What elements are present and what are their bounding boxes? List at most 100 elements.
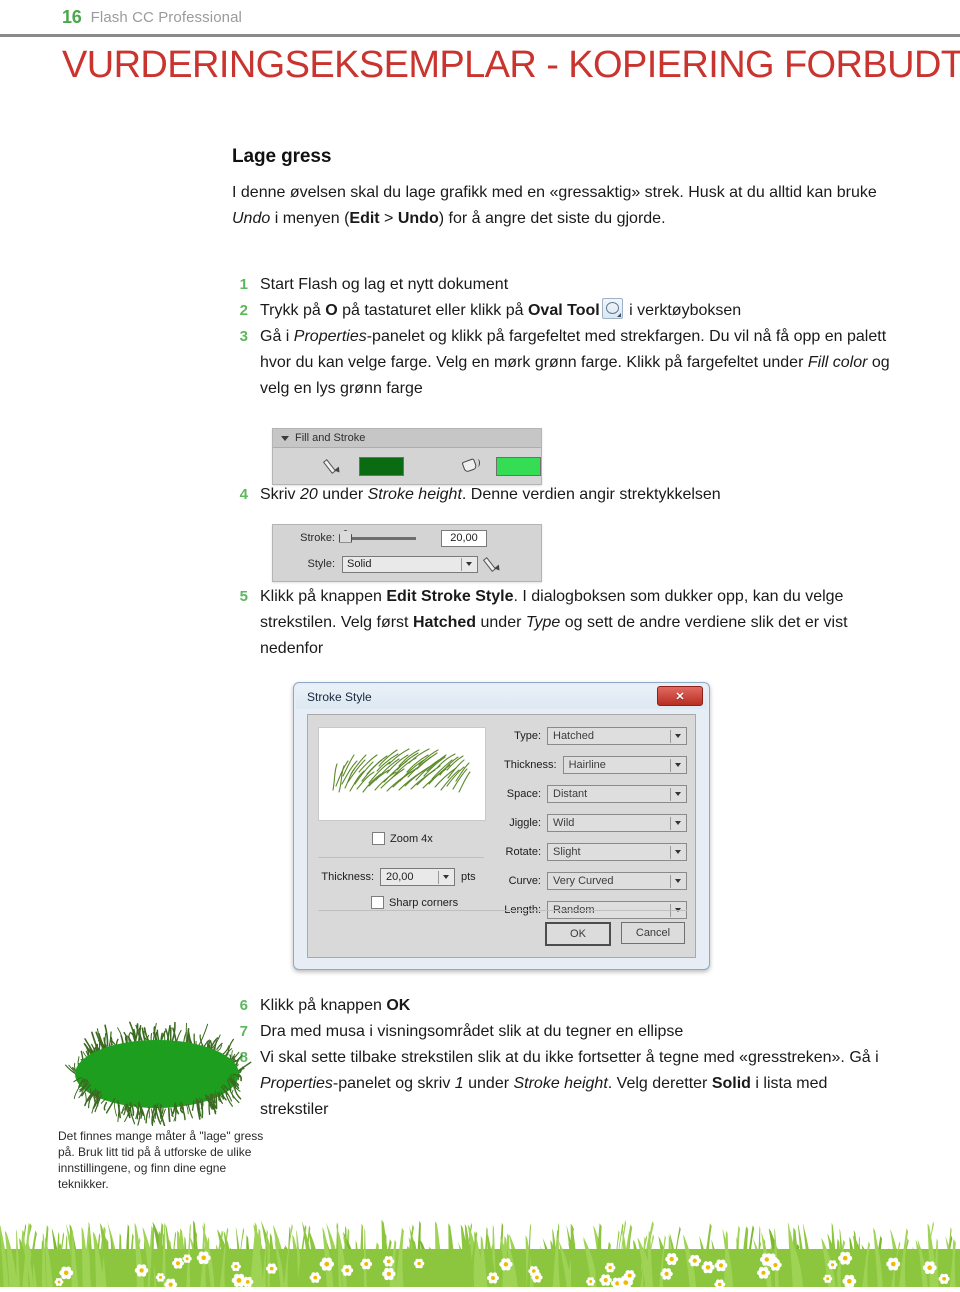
space-select[interactable]: Distant [547,785,687,803]
step4-value-italic: 20 [300,486,318,503]
caret-glyph [674,850,681,854]
fill-and-stroke-titlebar[interactable]: Fill and Stroke [273,429,541,448]
grass-preview-illustration [332,748,471,793]
grass-ellipse-svg [65,1021,252,1130]
book-title: Flash CC Professional [90,8,242,26]
step8-part-b: -panelet og skriv [332,1075,455,1092]
chevron-down-icon[interactable] [670,787,684,801]
edit-stroke-style-button[interactable] [485,555,503,573]
intro-edit-bold: Edit [349,210,380,227]
caret-glyph [674,821,681,825]
step2-part-a: Trykk på [260,302,326,319]
caret-glyph [442,875,449,879]
caret-glyph [674,734,681,738]
thickness-row: Thickness: 20,00 pts [318,868,496,886]
chevron-down-icon[interactable] [438,870,452,884]
close-icon[interactable]: ✕ [657,686,703,706]
stroke-height-input[interactable]: 20,00 [441,529,487,547]
grass-ellipse-illustration [55,1018,260,1130]
cancel-button[interactable]: Cancel [621,922,685,944]
chevron-down-icon[interactable] [670,845,684,859]
step8-part-a: Vi skal sette tilbake strekstilen slik a… [260,1049,879,1066]
jiggle-select[interactable]: Wild [547,814,687,832]
step4-part-c: . Denne verdien angir strektykkelsen [461,486,721,503]
intro-part-2: i menyen ( [270,210,350,227]
field-label: Type: [514,730,541,742]
thickness-select-value: Hairline [568,759,606,771]
slider-thumb[interactable] [339,529,352,543]
steps-list-step5: 5 Klikk på knappen Edit Stroke Style. I … [232,584,897,662]
stroke-style-dialog[interactable]: Stroke Style ✕ Zoom 4x Thickness: 20,00 … [293,682,710,970]
list-item-step-4: 4 Skriv 20 under Stroke height. Denne ve… [232,482,897,508]
chevron-down-icon[interactable] [461,557,475,571]
stroke-style-value: Solid [347,558,372,570]
step8-properties-italic: Properties [260,1075,333,1092]
fill-and-stroke-title: Fill and Stroke [295,432,366,444]
step5-part-a: Klikk på knappen [260,588,387,605]
ok-button[interactable]: OK [545,922,611,946]
field-label: Jiggle: [509,817,541,829]
dialog-right-column: Type: Hatched Thickness: Hairline Space:… [504,727,687,930]
stroke-style-properties-panel[interactable]: Stroke: 20,00 Style: Solid [272,524,542,582]
list-item-step-3: 3 Gå i Properties-panelet og klikk på fa… [232,324,897,402]
rotate-value: Slight [553,846,581,858]
header-divider [0,34,960,37]
dialog-titlebar[interactable]: Stroke Style ✕ [296,685,707,709]
step3-part-a: Gå i [260,328,294,345]
step5-type-italic: Type [525,614,561,631]
zoom-4x-checkbox[interactable] [372,832,385,845]
caret-glyph [674,763,681,767]
stroke-style-select[interactable]: Solid [342,555,478,573]
chevron-down-icon[interactable] [670,758,684,772]
divider [318,857,484,858]
pencil-icon[interactable] [325,457,343,475]
step-text: Gå i Properties-panelet og klikk på farg… [260,324,897,402]
thickness-unit: pts [461,871,476,883]
stroke-label: Stroke: [300,532,335,544]
sharp-corners-row[interactable]: Sharp corners [318,896,496,909]
step8-part-c: under [463,1075,514,1092]
step2-part-c: i verktøyboksen [624,302,742,319]
step-number: 5 [239,588,248,605]
field-row-thickness: Thickness: Hairline [504,756,687,774]
rotate-select[interactable]: Slight [547,843,687,861]
step-text: Trykk på O på tastaturet eller klikk på … [260,298,897,324]
fill-and-stroke-panel[interactable]: Fill and Stroke [272,428,542,485]
chevron-down-icon[interactable] [670,729,684,743]
step8-stroke-height-italic: Stroke height [513,1075,608,1092]
list-item-step-2: 2 Trykk på O på tastaturet eller klikk p… [232,298,897,324]
type-select[interactable]: Hatched [547,727,687,745]
curve-select[interactable]: Very Curved [547,872,687,890]
step-number: 1 [239,276,248,293]
sharp-corners-checkbox[interactable] [371,896,384,909]
field-row-jiggle: Jiggle: Wild [504,814,687,832]
chevron-down-icon[interactable] [670,816,684,830]
fill-color-swatch[interactable] [495,456,541,476]
paint-bucket-icon[interactable] [462,457,480,475]
zoom-4x-row[interactable]: Zoom 4x [318,832,496,845]
stroke-color-swatch[interactable] [359,456,405,476]
list-item-step-7: 7 Dra med musa i visningsområdet slik at… [232,1019,897,1045]
thickness-select[interactable]: Hairline [562,756,687,774]
stroke-preview [318,727,486,821]
stroke-height-slider[interactable] [339,529,416,543]
footer-grass-svg [0,1219,960,1291]
intro-part-1: I denne øvelsen skal du lage grafikk med… [232,184,877,201]
intro-undo-bold: Undo [397,210,439,227]
thickness-input[interactable]: 20,00 [380,868,455,886]
page-number: 16 [62,6,82,27]
chevron-down-icon[interactable] [281,435,289,441]
step-text: Klikk på knappen OK [260,993,897,1019]
field-label: Curve: [508,875,541,887]
list-item-step-1: 1 Start Flash og lag et nytt dokument [232,272,897,298]
caret-glyph [465,562,472,566]
oval-tool-icon [601,298,623,319]
step4-part-b: under [317,486,368,503]
step5-edit-stroke-style-bold: Edit Stroke Style [386,588,514,605]
chevron-down-icon[interactable] [670,874,684,888]
field-row-space: Space: Distant [504,785,687,803]
step-number: 4 [239,486,248,503]
divider [318,910,687,911]
step4-part-a: Skriv [260,486,300,503]
jiggle-value: Wild [553,817,575,829]
